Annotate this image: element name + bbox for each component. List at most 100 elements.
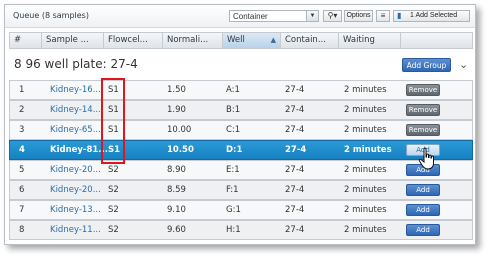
cell-norm: 10.00 bbox=[167, 125, 192, 135]
cell-well: H:1 bbox=[226, 225, 241, 235]
cell-num: 6 bbox=[19, 185, 25, 195]
column-header[interactable]: Contain... bbox=[281, 33, 339, 48]
cell-container: 27-4 bbox=[285, 205, 305, 215]
cell-sample[interactable]: Kidney-14... bbox=[50, 101, 101, 119]
add-selected-label: 1 Add Selected bbox=[410, 12, 458, 19]
column-header[interactable]: Sample ... bbox=[42, 33, 104, 48]
cell-well: D:1 bbox=[226, 145, 243, 155]
group-row: 8 96 well plate: 27-4 Add Group ⌄ bbox=[9, 51, 473, 77]
cell-flowcell: S2 bbox=[108, 185, 119, 195]
options-button[interactable]: Options bbox=[344, 10, 373, 22]
container-select-value: Container bbox=[233, 12, 268, 21]
cell-container: 27-4 bbox=[285, 125, 305, 135]
group-title: 96 well plate: 27-4 bbox=[25, 57, 138, 71]
cell-waiting: 2 minutes bbox=[344, 225, 387, 235]
column-header[interactable]: Well ▲ bbox=[223, 33, 281, 48]
cell-container: 27-4 bbox=[285, 105, 305, 115]
queue-title: Queue (8 samples) bbox=[13, 11, 89, 20]
cell-container: 27-4 bbox=[285, 185, 305, 195]
table-row[interactable]: 4 Kidney-81... S1 10.50 D:1 27-4 2 minutes Add bbox=[9, 140, 473, 160]
cell-sample[interactable]: Kidney-20... bbox=[50, 161, 101, 179]
cell-sample[interactable]: Kidney-16... bbox=[50, 81, 101, 99]
group-label: 8 96 well plate: 27-4 bbox=[14, 57, 138, 71]
cell-well: C:1 bbox=[226, 125, 241, 135]
cell-waiting: 2 minutes bbox=[344, 105, 387, 115]
column-header-label: Normali... bbox=[167, 35, 209, 45]
cell-sample[interactable]: Kidney-81... bbox=[50, 141, 108, 159]
add-selected-button[interactable]: ▮ 1 Add Selected bbox=[393, 10, 470, 22]
remove-button[interactable]: Remove bbox=[406, 104, 440, 116]
cell-waiting: 2 minutes bbox=[344, 145, 392, 155]
sort-ascending-icon: ▲ bbox=[270, 36, 276, 44]
table-row[interactable]: 6 Kidney-20... S2 8.59 F:1 27-4 2 minutes Add bbox=[9, 180, 473, 200]
cell-num: 3 bbox=[19, 125, 25, 135]
list-view-button[interactable]: ≡ bbox=[376, 10, 390, 22]
column-header[interactable]: Waiting bbox=[339, 33, 401, 48]
cell-waiting: 2 minutes bbox=[344, 185, 387, 195]
cell-num: 5 bbox=[19, 165, 25, 175]
cell-sample[interactable]: Kidney-11... bbox=[50, 221, 101, 239]
cell-sample[interactable]: Kidney-13... bbox=[50, 201, 101, 219]
container-select[interactable]: Container ▼ bbox=[229, 10, 319, 22]
table-row[interactable]: 5 Kidney-20... S2 8.90 E:1 27-4 2 minutes Add bbox=[9, 160, 473, 180]
cell-well: G:1 bbox=[226, 205, 241, 215]
cell-well: B:1 bbox=[226, 105, 241, 115]
hand-cursor-icon bbox=[418, 147, 434, 170]
cell-container: 27-4 bbox=[285, 165, 305, 175]
column-header-label: # bbox=[14, 35, 22, 45]
search-icon: ⚲▾ bbox=[327, 11, 338, 20]
cell-norm: 9.10 bbox=[167, 205, 186, 215]
cell-waiting: 2 minutes bbox=[344, 205, 387, 215]
cell-flowcell: S2 bbox=[108, 225, 119, 235]
cell-norm: 9.60 bbox=[167, 225, 186, 235]
chevron-down-icon[interactable]: ⌄ bbox=[459, 58, 468, 71]
cell-container: 27-4 bbox=[285, 85, 305, 95]
add-button[interactable]: Add bbox=[406, 184, 440, 196]
cell-norm: 1.90 bbox=[167, 105, 186, 115]
table-row[interactable]: 1 Kidney-16... S1 1.50 A:1 27-4 2 minutes Remov… bbox=[9, 80, 473, 100]
cell-num: 1 bbox=[19, 85, 25, 95]
add-button[interactable]: Add bbox=[406, 204, 440, 216]
remove-button[interactable]: Remove bbox=[406, 124, 440, 136]
remove-button[interactable]: Remove bbox=[406, 84, 440, 96]
search-dropdown-button[interactable]: ⚲▾ bbox=[323, 10, 342, 22]
queue-toolbar: Queue (8 samples) Container ▼ ⚲▾ Options… bbox=[5, 5, 475, 28]
cell-well: A:1 bbox=[226, 85, 240, 95]
column-header[interactable]: # bbox=[10, 33, 42, 48]
list-icon: ≡ bbox=[380, 11, 386, 20]
cell-sample[interactable]: Kidney-20... bbox=[50, 181, 101, 199]
cell-norm: 1.50 bbox=[167, 85, 186, 95]
add-group-button[interactable]: Add Group bbox=[402, 58, 451, 72]
cell-sample[interactable]: Kidney-65... bbox=[50, 121, 101, 139]
cell-norm: 8.90 bbox=[167, 165, 186, 175]
table-row[interactable]: 8 Kidney-11... S2 9.60 H:1 27-4 2 minutes Add bbox=[9, 220, 473, 240]
column-header[interactable]: Flowcel... bbox=[104, 33, 163, 48]
cell-well: E:1 bbox=[226, 165, 240, 175]
column-header-label: Sample ... bbox=[46, 35, 89, 45]
tube-icon: ▮ bbox=[397, 11, 402, 20]
table-row[interactable]: 2 Kidney-14... S1 1.90 B:1 27-4 2 minutes Remov… bbox=[9, 100, 473, 120]
cell-flowcell: S2 bbox=[108, 205, 119, 215]
cell-waiting: 2 minutes bbox=[344, 165, 387, 175]
column-header-label: Waiting bbox=[343, 35, 375, 45]
cell-container: 27-4 bbox=[285, 225, 305, 235]
add-button[interactable]: Add bbox=[406, 224, 440, 236]
chevron-down-icon: ▼ bbox=[306, 11, 318, 21]
column-header-label: Flowcel... bbox=[108, 35, 148, 45]
cell-container: 27-4 bbox=[285, 145, 307, 155]
queue-panel: Queue (8 samples) Container ▼ ⚲▾ Options… bbox=[4, 4, 476, 245]
column-header[interactable]: Normali... bbox=[163, 33, 223, 48]
table-row[interactable]: 3 Kidney-65... S1 10.00 C:1 27-4 2 minutes Remo… bbox=[9, 120, 473, 140]
group-count: 8 bbox=[14, 57, 22, 71]
cell-num: 2 bbox=[19, 105, 25, 115]
cell-norm: 8.59 bbox=[167, 185, 186, 195]
column-header-label: Well bbox=[227, 35, 245, 45]
cell-waiting: 2 minutes bbox=[344, 125, 387, 135]
flowcell-highlight-box bbox=[101, 78, 125, 164]
column-header-label: Contain... bbox=[285, 35, 326, 45]
cell-well: F:1 bbox=[226, 185, 239, 195]
cell-num: 8 bbox=[19, 225, 25, 235]
cell-num: 7 bbox=[19, 205, 25, 215]
cell-num: 4 bbox=[19, 145, 25, 155]
table-row[interactable]: 7 Kidney-13... S2 9.10 G:1 27-4 2 minutes Add bbox=[9, 200, 473, 220]
